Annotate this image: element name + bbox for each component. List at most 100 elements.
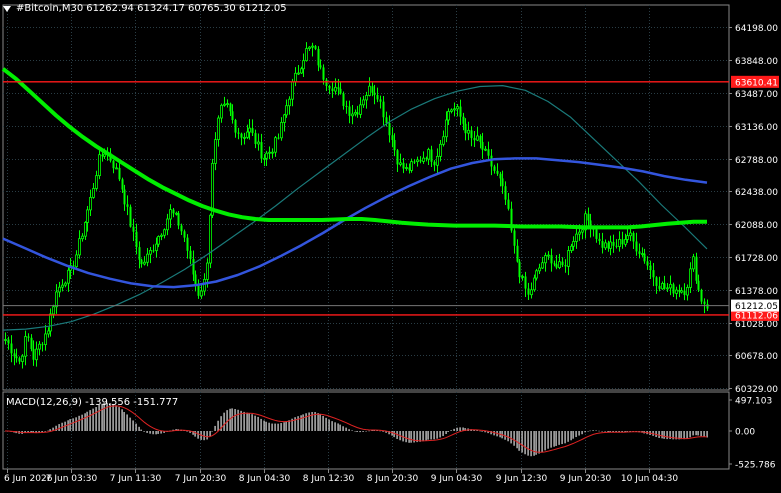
macd-bar	[436, 431, 438, 439]
macd-bar	[356, 431, 358, 432]
chart-canvas[interactable]: 64198.00 63848.00 63487.00 63136.00 62788.00…	[0, 0, 781, 489]
chevron-down-icon[interactable]	[3, 6, 11, 12]
candle-body	[453, 108, 456, 111]
candle-body	[521, 276, 524, 278]
macd-bar	[703, 431, 705, 437]
macd-bar	[683, 431, 685, 440]
macd-bar	[533, 431, 535, 456]
macd-bar	[535, 431, 537, 455]
macd-bar	[334, 422, 336, 431]
macd-bar	[297, 416, 299, 431]
candle-body	[416, 159, 419, 163]
candle-body	[692, 256, 695, 270]
macd-bar	[354, 431, 356, 432]
candle-body	[516, 245, 519, 262]
candle-body	[391, 135, 394, 140]
macd-bar	[524, 431, 526, 455]
chart-window[interactable]: 64198.00 63848.00 63487.00 63136.00 62788.00…	[0, 0, 781, 489]
macd-bar	[243, 411, 245, 431]
macd-bar	[260, 418, 262, 431]
candle-body	[288, 98, 291, 107]
candle-body	[436, 155, 439, 166]
candle-body	[493, 166, 496, 171]
candle-body	[35, 348, 38, 361]
macd-bar	[126, 414, 128, 431]
macd-bar	[98, 405, 100, 431]
candle-body	[254, 133, 257, 144]
macd-bar	[371, 430, 373, 431]
macd-bar	[601, 431, 603, 432]
candle-body	[206, 262, 209, 280]
candle-body	[223, 103, 226, 106]
macd-bar	[294, 417, 296, 431]
price-axis-label: 61378.00	[735, 287, 778, 297]
ohlc-values: 61262.94 61324.17 60765.30 61212.05	[86, 3, 287, 14]
macd-bar	[92, 408, 94, 431]
candle-body	[371, 86, 374, 93]
candle-body	[163, 229, 166, 236]
macd-axis-label: 0.00	[735, 428, 755, 438]
candle-body	[283, 114, 286, 123]
candle-body	[220, 104, 223, 119]
candle-body	[624, 239, 627, 245]
macd-bar	[319, 414, 321, 431]
price-axis-label: 61728.00	[735, 254, 778, 264]
macd-bar	[447, 431, 449, 432]
candle-body	[143, 261, 146, 265]
ma-slow-line	[1, 67, 707, 230]
macd-bar	[595, 430, 597, 432]
candle-body	[388, 123, 391, 136]
candle-body	[473, 137, 476, 141]
macd-bar	[658, 431, 660, 438]
macd-bar	[206, 431, 208, 440]
candle-body	[430, 149, 433, 162]
candle-body	[587, 213, 590, 221]
candle-body	[547, 254, 550, 257]
candle-body	[499, 173, 502, 179]
candle-body	[229, 103, 232, 112]
candle-body	[155, 243, 158, 252]
candle-body	[328, 85, 331, 89]
macd-bar	[118, 407, 120, 431]
candle-body	[325, 79, 328, 86]
macd-bar	[254, 415, 256, 431]
macd-bar	[138, 426, 140, 431]
macd-bar	[348, 429, 350, 431]
candle-body	[257, 141, 260, 145]
candle-body	[427, 149, 430, 160]
macd-bar	[570, 431, 572, 441]
macd-bar	[422, 431, 424, 442]
candle-body	[7, 339, 10, 344]
macd-bar	[430, 431, 432, 440]
time-axis-label: 10 Jun 04:30	[621, 474, 678, 484]
candle-body	[319, 65, 322, 68]
macd-bar	[427, 431, 429, 440]
macd-bar	[459, 427, 461, 431]
candle-body	[214, 139, 217, 164]
candle-body	[115, 167, 118, 170]
candle-body	[297, 72, 300, 75]
candle-body	[661, 283, 664, 290]
candle-body	[237, 132, 240, 134]
macd-bar	[442, 431, 444, 437]
price-axis-label: 62788.00	[735, 156, 778, 166]
candle-body	[496, 170, 499, 174]
macd-bar	[47, 430, 49, 432]
candle-body	[89, 197, 92, 211]
candle-body	[41, 344, 44, 346]
candle-body	[67, 269, 70, 284]
candle-body	[652, 270, 655, 278]
macd-bar	[456, 427, 458, 431]
price-axis-label: 62088.00	[735, 221, 778, 231]
candle-body	[10, 343, 13, 354]
candle-body	[4, 339, 7, 341]
macd-bar	[450, 430, 452, 431]
candle-body	[405, 167, 408, 169]
candle-body	[246, 131, 249, 138]
macd-bar	[481, 431, 483, 432]
current-price-label: 61212.05	[735, 302, 778, 312]
macd-bar	[265, 421, 267, 431]
candle-body	[598, 238, 601, 242]
candle-body	[44, 333, 47, 345]
macd-bar	[666, 431, 668, 440]
